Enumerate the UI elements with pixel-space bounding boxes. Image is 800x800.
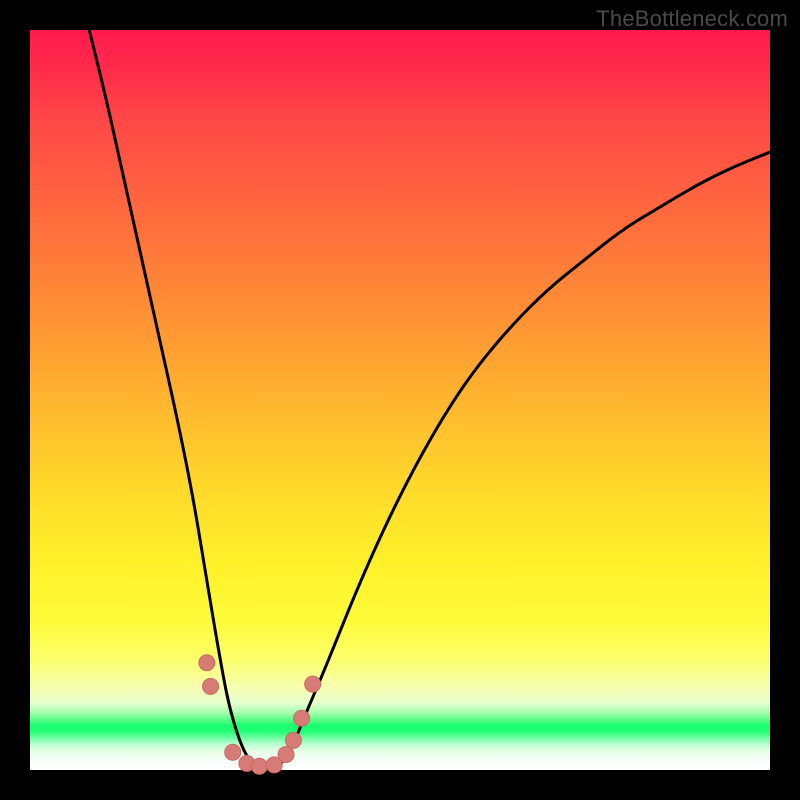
data-marker [294, 710, 310, 726]
watermark-text: TheBottleneck.com [596, 6, 788, 32]
plot-area [30, 30, 770, 770]
data-marker [251, 758, 267, 774]
chart-svg [30, 30, 770, 770]
data-marker [203, 678, 219, 694]
chart-frame: TheBottleneck.com [0, 0, 800, 800]
data-marker [305, 676, 321, 692]
bottleneck-curve [89, 30, 770, 770]
data-marker [199, 655, 215, 671]
data-marker [225, 744, 241, 760]
data-marker [285, 732, 301, 748]
data-marker [278, 746, 294, 762]
data-markers [199, 655, 321, 775]
